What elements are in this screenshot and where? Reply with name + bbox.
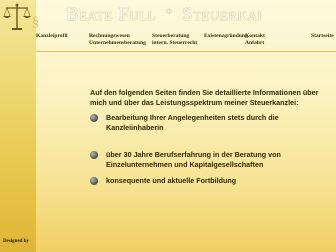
main-navigation: Kanzleiprofil Rechnungswesen Unternehmen… (0, 30, 336, 50)
intro-text: Auf den folgenden Seiten finden Sie deta… (90, 88, 319, 107)
nav-item-intern-steuerrecht[interactable]: intern. Steuerrecht (152, 40, 197, 46)
svg-text:§: § (32, 15, 39, 30)
bullet-icon (90, 114, 98, 122)
bullet-icon (90, 177, 98, 185)
brand-suffix: Steuerkai (182, 4, 263, 25)
nav-item-steuerberatung[interactable]: Steuerberatung (152, 33, 189, 39)
list-item-text: Bearbeitung Ihrer Angelegenheiten stets … (106, 113, 279, 132)
list-item-text: konsequente und aktuelle Fortbildung (106, 176, 237, 185)
brand-name: Beate Full (66, 4, 157, 25)
nav-item-rechnungswesen[interactable]: Rechnungswesen (89, 33, 130, 39)
designer-credit[interactable]: Designed by (3, 239, 29, 244)
nav-item-startseite[interactable]: Startseite (311, 33, 334, 39)
nav-item-kontakt[interactable]: Kontakt (245, 33, 265, 39)
list-item-text: über 30 Jahre Berufserfahrung in der Ber… (106, 150, 281, 169)
nav-item-existenzgruendung[interactable]: Existenzgründung (204, 33, 248, 39)
brand-separator: * (165, 6, 174, 22)
nav-item-anfahrt[interactable]: Anfahrt (245, 40, 264, 46)
scales-logo-icon: § (3, 3, 39, 30)
nav-item-unternehmensberatung[interactable]: Unternehmensberatung (89, 40, 146, 46)
brand-title: Beate Full * Steuerkai (66, 4, 336, 28)
bullet-icon (90, 151, 98, 159)
nav-divider (36, 51, 336, 52)
content-area: Auf den folgenden Seiten finden Sie deta… (90, 88, 320, 108)
nav-item-kanzleiprofil[interactable]: Kanzleiprofil (36, 33, 68, 39)
